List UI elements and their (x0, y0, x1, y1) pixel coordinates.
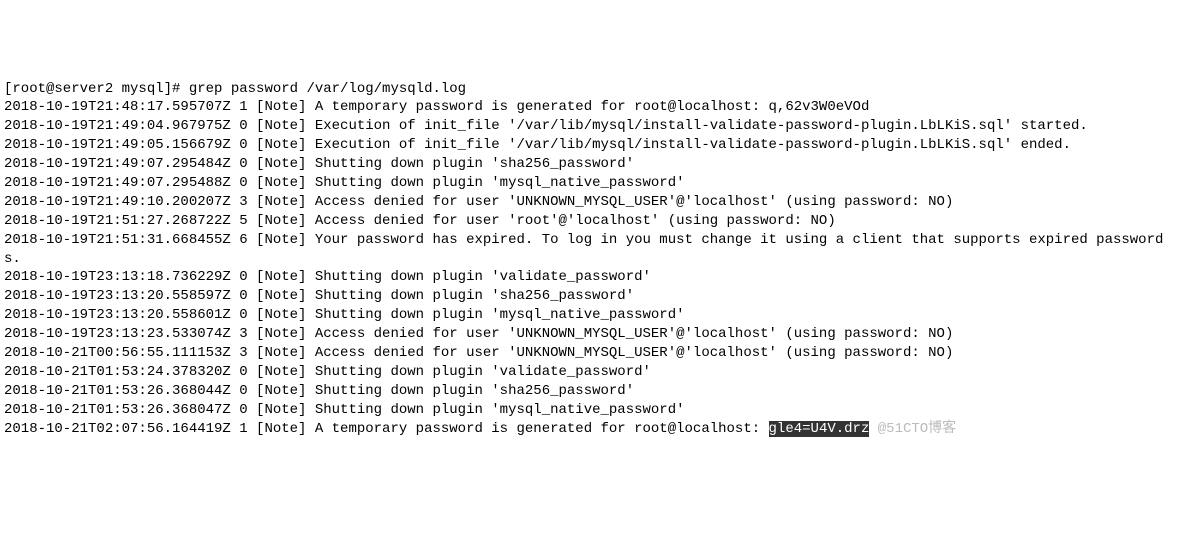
log-line: 2018-10-19T21:51:31.668455Z 6 [Note] You… (4, 231, 1180, 269)
log-line: 2018-10-19T23:13:20.558601Z 0 [Note] Shu… (4, 306, 1180, 325)
terminal-output: [root@server2 mysql]# grep password /var… (4, 80, 1180, 439)
log-line: 2018-10-19T21:48:17.595707Z 1 [Note] A t… (4, 98, 1180, 117)
log-line: 2018-10-19T21:49:07.295488Z 0 [Note] Shu… (4, 174, 1180, 193)
log-line: 2018-10-19T23:13:23.533074Z 3 [Note] Acc… (4, 325, 1180, 344)
log-line: 2018-10-21T01:53:26.368044Z 0 [Note] Shu… (4, 382, 1180, 401)
log-line: 2018-10-19T21:51:27.268722Z 5 [Note] Acc… (4, 212, 1180, 231)
log-line: 2018-10-19T21:49:07.295484Z 0 [Note] Shu… (4, 155, 1180, 174)
log-line-last: 2018-10-21T02:07:56.164419Z 1 [Note] A t… (4, 420, 1180, 439)
log-line: 2018-10-21T01:53:26.368047Z 0 [Note] Shu… (4, 401, 1180, 420)
log-text: 2018-10-21T02:07:56.164419Z 1 [Note] A t… (4, 421, 769, 437)
temporary-password-highlight: gle4=U4V.drz (769, 421, 870, 437)
log-line: 2018-10-21T00:56:55.111153Z 3 [Note] Acc… (4, 344, 1180, 363)
log-line: 2018-10-19T23:13:20.558597Z 0 [Note] Shu… (4, 287, 1180, 306)
log-line: 2018-10-19T21:49:05.156679Z 0 [Note] Exe… (4, 136, 1180, 155)
log-line: 2018-10-19T23:13:18.736229Z 0 [Note] Shu… (4, 268, 1180, 287)
watermark-text: @51CTO博客 (869, 421, 956, 437)
log-line: 2018-10-19T21:49:04.967975Z 0 [Note] Exe… (4, 117, 1180, 136)
log-line: 2018-10-21T01:53:24.378320Z 0 [Note] Shu… (4, 363, 1180, 382)
shell-prompt-line: [root@server2 mysql]# grep password /var… (4, 80, 1180, 99)
log-line: 2018-10-19T21:49:10.200207Z 3 [Note] Acc… (4, 193, 1180, 212)
